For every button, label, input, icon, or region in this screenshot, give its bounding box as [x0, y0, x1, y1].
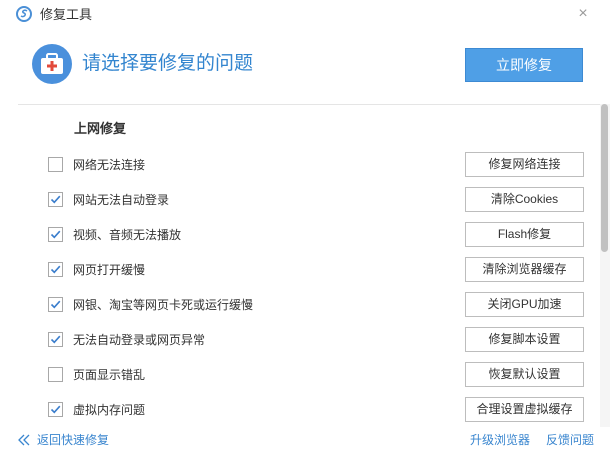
repair-item-label: 视频、音频无法播放 — [73, 228, 182, 242]
repair-item-row: 视频、音频无法播放 Flash修复 — [0, 222, 600, 248]
window-title: 修复工具 — [40, 7, 93, 22]
checkmark-icon — [50, 300, 61, 309]
repair-item-checkbox[interactable] — [48, 297, 63, 312]
repair-item-row: 页面显示错乱 恢复默认设置 — [0, 362, 600, 388]
repair-item-checkbox[interactable] — [48, 367, 63, 382]
repair-item-action-button[interactable]: Flash修复 — [465, 222, 584, 247]
section-title: 上网修复 — [74, 121, 127, 136]
repair-item-row: 虚拟内存问题 合理设置虚拟缓存 — [0, 397, 600, 423]
checkmark-icon — [50, 405, 61, 414]
repair-item-label: 网站无法自动登录 — [73, 193, 170, 207]
repair-now-button[interactable]: 立即修复 — [465, 48, 583, 82]
close-icon[interactable]: × — [574, 5, 592, 23]
repair-item-row: 网银、淘宝等网页卡死或运行缓慢 关闭GPU加速 — [0, 292, 600, 318]
upgrade-browser-link[interactable]: 升级浏览器 — [470, 432, 530, 448]
repair-item-action-button[interactable]: 清除浏览器缓存 — [465, 257, 584, 282]
repair-item-checkbox[interactable] — [48, 192, 63, 207]
repair-item-action-button[interactable]: 恢复默认设置 — [465, 362, 584, 387]
repair-item-action-button[interactable]: 修复网络连接 — [465, 152, 584, 177]
repair-item-checkbox[interactable] — [48, 262, 63, 277]
checkmark-icon — [50, 265, 61, 274]
repair-item-label: 网页打开缓慢 — [73, 263, 146, 277]
double-chevron-left-icon[interactable] — [18, 434, 30, 446]
repair-item-label: 无法自动登录或网页异常 — [73, 333, 206, 347]
title-bar: 修复工具 × — [0, 0, 610, 30]
page-title: 请选择要修复的问题 — [82, 53, 254, 74]
repair-item-label: 虚拟内存问题 — [73, 403, 146, 417]
repair-item-row: 无法自动登录或网页异常 修复脚本设置 — [0, 327, 600, 353]
header: 请选择要修复的问题 立即修复 — [0, 30, 610, 104]
back-to-quick-repair-link[interactable]: 返回快速修复 — [37, 432, 109, 448]
repair-item-label: 网银、淘宝等网页卡死或运行缓慢 — [73, 298, 254, 312]
repair-item-action-button[interactable]: 关闭GPU加速 — [465, 292, 584, 317]
footer: 返回快速修复 升级浏览器 反馈问题 — [0, 427, 610, 457]
repair-item-action-button[interactable]: 修复脚本设置 — [465, 327, 584, 352]
checkmark-icon — [50, 195, 61, 204]
checkmark-icon — [50, 230, 61, 239]
repair-item-checkbox[interactable] — [48, 332, 63, 347]
repair-item-checkbox[interactable] — [48, 402, 63, 417]
repair-item-label: 网络无法连接 — [73, 158, 146, 172]
repair-item-action-button[interactable]: 清除Cookies — [465, 187, 584, 212]
repair-item-action-button[interactable]: 合理设置虚拟缓存 — [465, 397, 584, 422]
repair-item-checkbox[interactable] — [48, 157, 63, 172]
scrollbar-thumb[interactable] — [601, 104, 608, 252]
browser-logo-icon — [16, 6, 32, 22]
repair-item-checkbox[interactable] — [48, 227, 63, 242]
feedback-link[interactable]: 反馈问题 — [546, 432, 594, 448]
repair-item-row: 网络无法连接 修复网络连接 — [0, 152, 600, 178]
checkmark-icon — [50, 335, 61, 344]
repair-list: 上网修复 网络无法连接 修复网络连接网站无法自动登录 清除Cookies 视频、音频无… — [0, 105, 600, 427]
first-aid-kit-icon — [32, 44, 72, 84]
repair-tool-window: 修复工具 × 请选择要修复的问题 立即修复 上网修复 网络无法连接 修复网络连接网… — [0, 0, 610, 457]
repair-item-row: 网页打开缓慢 清除浏览器缓存 — [0, 257, 600, 283]
repair-item-row: 网站无法自动登录 清除Cookies — [0, 187, 600, 213]
repair-item-label: 页面显示错乱 — [73, 368, 146, 382]
